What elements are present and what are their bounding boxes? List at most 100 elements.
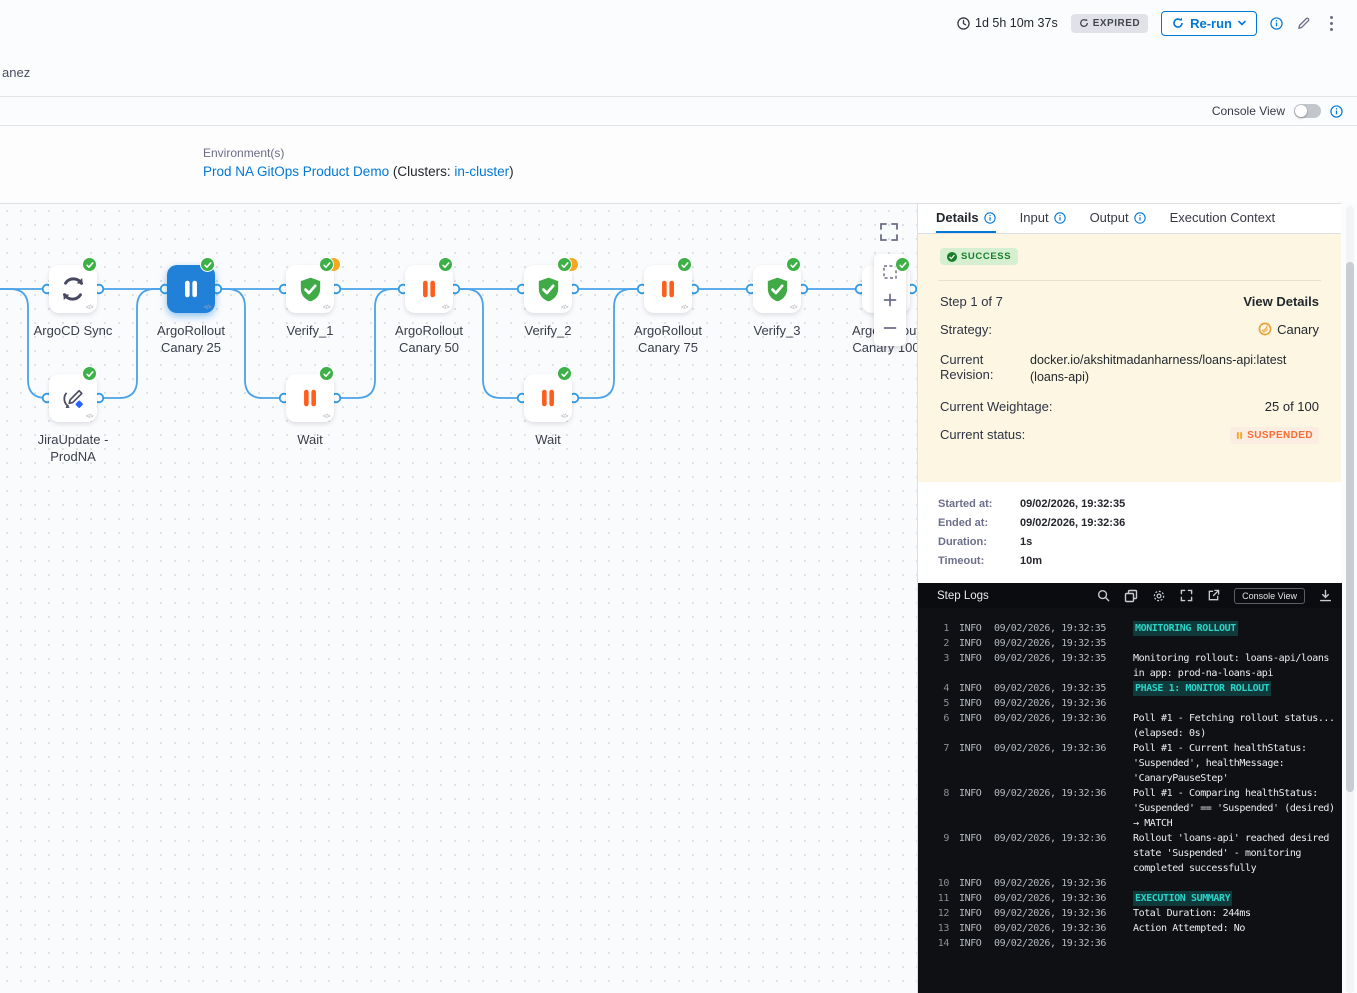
log-message: PHASE 1: MONITOR ROLLOUT (1133, 681, 1271, 696)
log-level: INFO (959, 831, 986, 846)
success-badge-icon (557, 366, 572, 381)
step-logs-panel: Step Logs Console View (918, 583, 1342, 993)
canvas-fullscreen-icon[interactable] (877, 220, 903, 246)
success-badge-icon (319, 366, 334, 381)
environment-value: Prod NA GitOps Product Demo (Clusters: i… (203, 164, 514, 179)
caret-down-icon (1238, 20, 1246, 26)
view-details-link[interactable]: View Details (1003, 294, 1319, 309)
log-settings-gear-icon[interactable] (1152, 589, 1166, 603)
pipeline-node-verify-2[interactable]: </> Verify_2 (524, 265, 572, 313)
pipeline-node-argocd-sync[interactable]: </> ArgoCD Sync (49, 265, 97, 313)
step-logs-header: Step Logs Console View (918, 583, 1342, 608)
cluster-link[interactable]: in-cluster (454, 164, 509, 179)
log-line-number: 13 (935, 921, 949, 936)
current-status-row: Current status: SUSPENDED (940, 427, 1319, 444)
tab-input[interactable]: Input (1020, 204, 1066, 233)
scrollbar-thumb[interactable] (1346, 262, 1354, 792)
log-line-number: 4 (935, 681, 949, 696)
log-line: 5 INFO 09/02/2026, 19:32:36 (935, 696, 1338, 711)
pipeline-canvas[interactable]: </> ArgoCD Sync </> JiraUpdate -ProdNA <… (0, 203, 917, 993)
tab-output[interactable]: Output (1090, 204, 1146, 233)
timing-row: Ended at: 09/02/2026, 19:32:36 (938, 517, 1321, 529)
console-view-info-icon[interactable] (1330, 105, 1343, 118)
pipeline-node-jira-update[interactable]: </> JiraUpdate -ProdNA (49, 374, 97, 422)
log-message: Poll #1 - Fetching rollout status... (el… (1133, 711, 1338, 741)
log-timestamp: 09/02/2026, 19:32:36 (994, 786, 1109, 801)
panel-tabs: Details Input Output Execution Context (918, 204, 1341, 234)
clock-icon (957, 17, 970, 30)
log-copy-icon[interactable] (1124, 589, 1138, 603)
zoom-out-icon[interactable] (876, 314, 904, 342)
log-timestamp: 09/02/2026, 19:32:36 (994, 921, 1109, 936)
pipeline-node-wait-1[interactable]: </> Wait (286, 374, 334, 422)
log-timestamp: 09/02/2026, 19:32:36 (994, 891, 1109, 906)
log-timestamp: 09/02/2026, 19:32:36 (994, 696, 1109, 711)
node-label: Verify_3 (717, 322, 837, 339)
log-line-number: 7 (935, 741, 949, 756)
zoom-in-icon[interactable] (876, 286, 904, 314)
log-download-icon[interactable] (1319, 589, 1332, 602)
template-glyph: </> (323, 414, 330, 420)
log-message: Monitoring rollout: loans-api/loans in a… (1133, 651, 1338, 681)
console-view-toggle[interactable] (1294, 104, 1321, 118)
pause-icon (537, 387, 559, 409)
check-circle-icon (947, 252, 957, 262)
pause-icon (418, 278, 440, 300)
success-badge-icon (895, 257, 910, 272)
timing-block: Started at: 09/02/2026, 19:32:35 Ended a… (918, 482, 1341, 583)
truncated-title: anez (2, 65, 30, 80)
elapsed-time: 1d 5h 10m 37s (957, 16, 1058, 30)
shield-icon (535, 276, 562, 303)
log-console-view-button[interactable]: Console View (1234, 588, 1305, 604)
environment-link[interactable]: Prod NA GitOps Product Demo (203, 164, 389, 179)
rerun-info-icon[interactable] (1270, 17, 1283, 30)
log-external-link-icon[interactable] (1207, 589, 1220, 602)
step-logs-body[interactable]: 1 INFO 09/02/2026, 19:32:35 MONITORING R… (918, 608, 1342, 951)
pipeline-node-wait-2[interactable]: </> Wait (524, 374, 572, 422)
log-message: Rollout 'loans-api' reached desired stat… (1133, 831, 1338, 876)
log-fullscreen-icon[interactable] (1180, 589, 1193, 602)
log-line-number: 3 (935, 651, 949, 666)
pipeline-node-canary-25[interactable]: </> ArgoRolloutCanary 25 (167, 265, 215, 313)
log-line: 11 INFO 09/02/2026, 19:32:36 EXECUTION S… (935, 891, 1338, 906)
log-line: 10 INFO 09/02/2026, 19:32:36 (935, 876, 1338, 891)
status-badge: SUCCESS (940, 248, 1018, 265)
log-timestamp: 09/02/2026, 19:32:35 (994, 621, 1109, 636)
expired-badge: EXPIRED (1071, 14, 1148, 33)
pipeline-node-canary-75[interactable]: </> ArgoRolloutCanary 75 (644, 265, 692, 313)
scrollbar-track (1346, 206, 1354, 993)
pipeline-node-canary-50[interactable]: </> ArgoRolloutCanary 50 (405, 265, 453, 313)
step-details-panel: Details Input Output Execution Context S… (917, 203, 1341, 993)
log-search-icon[interactable] (1097, 589, 1110, 602)
edit-pencil-icon[interactable] (1296, 16, 1311, 31)
log-line: 7 INFO 09/02/2026, 19:32:36 Poll #1 - Cu… (935, 741, 1338, 786)
pipeline-node-verify-3[interactable]: </> Verify_3 (753, 265, 801, 313)
log-timestamp: 09/02/2026, 19:32:35 (994, 651, 1109, 666)
timing-row: Duration: 1s (938, 536, 1321, 548)
environment-label: Environment(s) (203, 146, 514, 160)
header-controls: 1d 5h 10m 37s EXPIRED Re-run (957, 9, 1339, 37)
log-line: 3 INFO 09/02/2026, 19:32:35 Monitoring r… (935, 651, 1338, 681)
revision-value: docker.io/akshitmadanharness/loans-api:l… (1026, 352, 1319, 386)
step-counter-row: Step 1 of 7 View Details (940, 294, 1319, 309)
success-badge-icon (677, 257, 692, 272)
node-label: ArgoRolloutCanary 25 (131, 322, 251, 356)
log-line-number: 5 (935, 696, 949, 711)
console-view-row: Console View (0, 96, 1357, 126)
pipeline-node-verify-1[interactable]: </> Verify_1 (286, 265, 334, 313)
log-line-number: 8 (935, 786, 949, 801)
tab-execution-context[interactable]: Execution Context (1170, 204, 1276, 233)
tab-details[interactable]: Details (936, 204, 996, 233)
template-glyph: </> (561, 305, 568, 311)
kebab-menu-icon[interactable] (1324, 14, 1339, 33)
rerun-button[interactable]: Re-run (1161, 11, 1257, 36)
log-message: Total Duration: 244ms (1133, 906, 1338, 921)
log-timestamp: 09/02/2026, 19:32:35 (994, 681, 1109, 696)
log-level: INFO (959, 876, 986, 891)
step-logs-title: Step Logs (937, 590, 1083, 602)
timing-row: Started at: 09/02/2026, 19:32:35 (938, 498, 1321, 510)
pause-icon (657, 278, 679, 300)
success-badge-icon (557, 257, 572, 272)
jira-icon (60, 385, 87, 412)
node-label: JiraUpdate -ProdNA (13, 431, 133, 465)
